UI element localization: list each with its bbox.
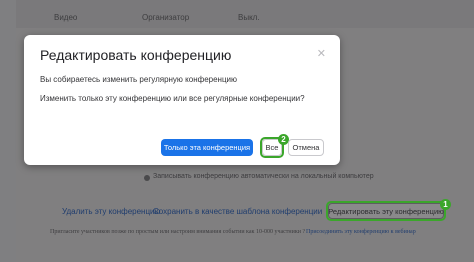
footer-webinar-link[interactable]: Присоединить эту конференцию к вебинар xyxy=(306,229,416,235)
header-off: Выкл. xyxy=(238,13,260,22)
close-icon[interactable]: ✕ xyxy=(317,47,326,60)
header-video: Видео xyxy=(54,13,78,22)
header-organizer: Организатор xyxy=(142,13,190,22)
table-header-row: Видео Организатор Выкл. xyxy=(16,0,474,28)
record-option-label: Записывать конференцию автоматически на … xyxy=(153,173,374,180)
dialog-message: Вы собираетесь изменить регулярную конфе… xyxy=(40,75,238,84)
step-badge-1: 1 xyxy=(440,199,451,210)
edit-conference-dialog: Редактировать конференцию ✕ Вы собираете… xyxy=(24,35,340,165)
cancel-button[interactable]: Отмена xyxy=(288,139,324,156)
footer-text: Пригласите участников позже по простым и… xyxy=(50,229,306,235)
save-template-link[interactable]: Сохранить в качестве шаблона конференции xyxy=(153,207,322,216)
delete-conference-link[interactable]: Удалить эту конференцию xyxy=(62,207,161,216)
edit-highlight xyxy=(326,201,446,221)
dialog-title: Редактировать конференцию xyxy=(40,47,232,63)
dialog-question: Изменить только эту конференцию или все … xyxy=(40,94,305,103)
only-this-conference-button[interactable]: Только эта конференция xyxy=(161,139,253,156)
record-checkbox[interactable] xyxy=(144,175,150,181)
